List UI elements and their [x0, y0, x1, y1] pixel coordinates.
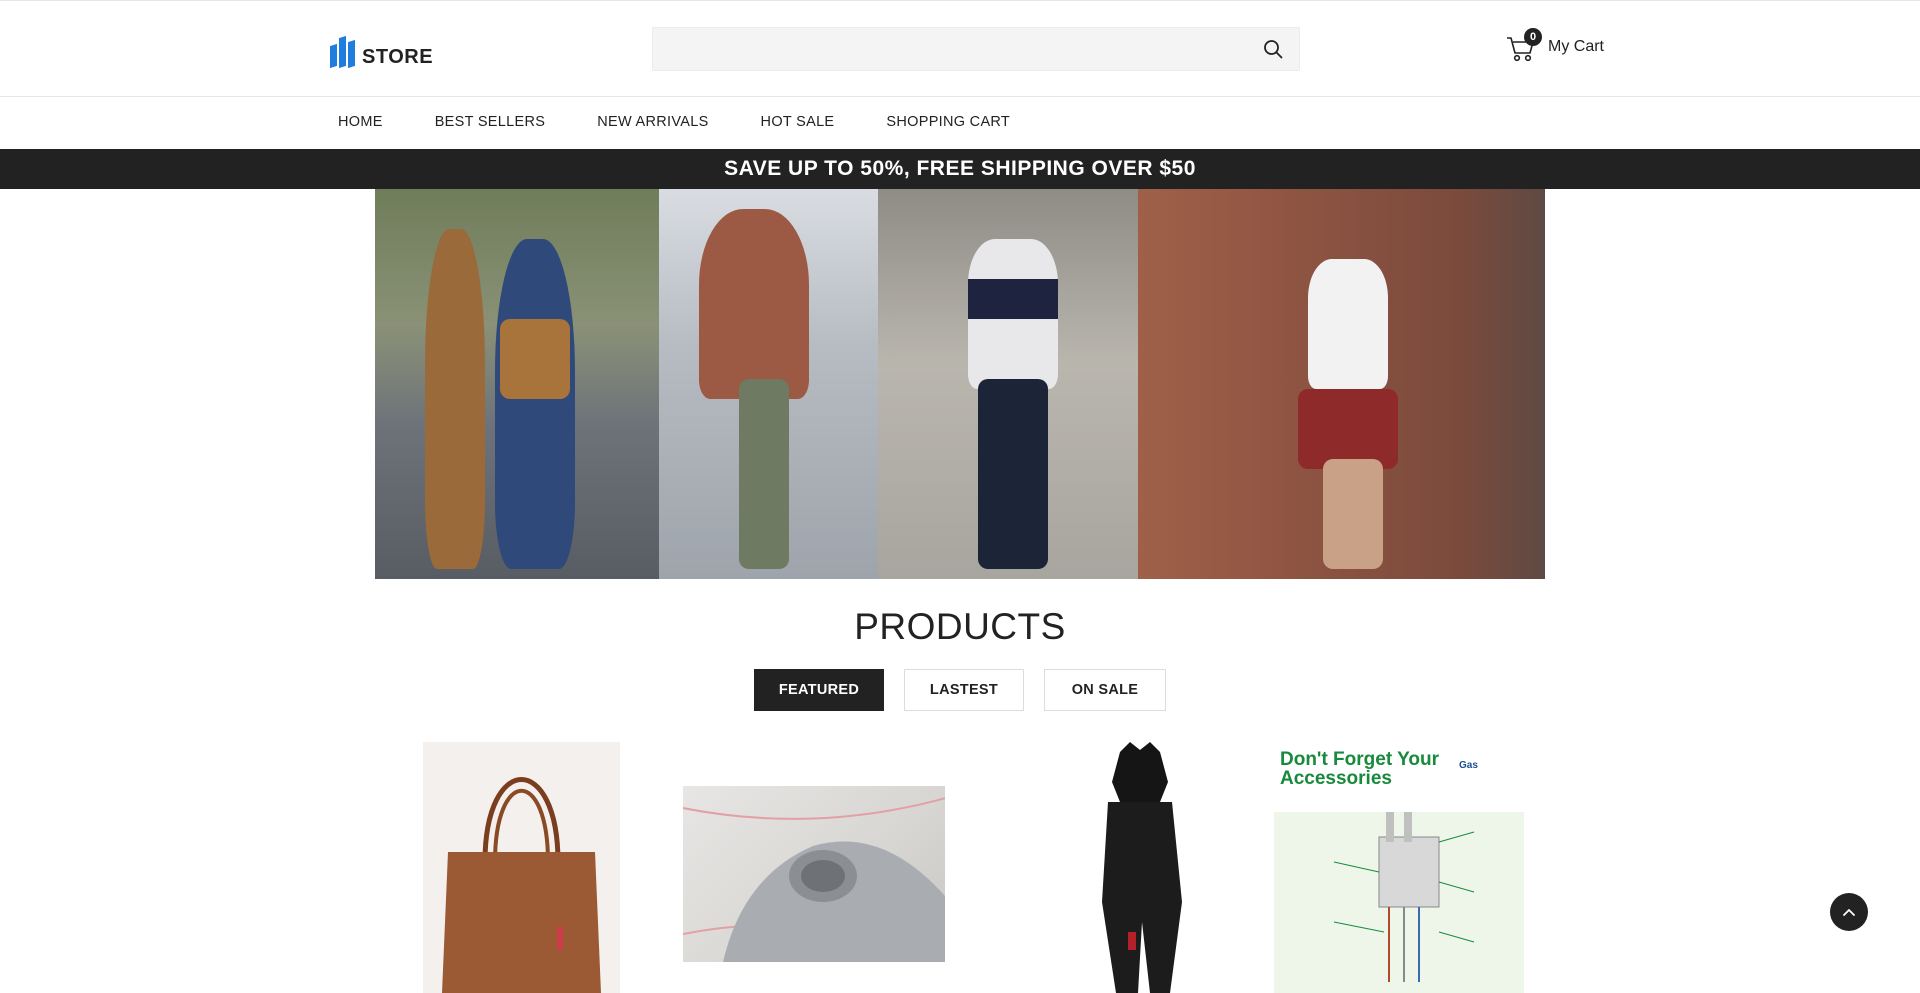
tab-lastest[interactable]: LASTEST — [904, 669, 1024, 711]
accessories-banner-title: Don't Forget Your Accessories — [1280, 749, 1439, 789]
accessories-diagram — [1274, 812, 1524, 993]
nav-item-new-arrivals[interactable]: NEW ARRIVALS — [597, 114, 708, 130]
tab-featured[interactable]: FEATURED — [754, 669, 884, 711]
products-section-title: PRODUCTS — [854, 606, 1066, 647]
nav-item-best-sellers[interactable]: BEST SELLERS — [435, 114, 546, 130]
accessories-brand-badge: Gas — [1459, 760, 1478, 771]
search-bar — [652, 27, 1300, 71]
product-image-tote-bag[interactable] — [423, 742, 620, 993]
product-tabs: FEATURED LASTEST ON SALE — [754, 669, 1186, 711]
cart-button[interactable]: 0 My Cart — [1506, 28, 1604, 63]
nav-item-hot-sale[interactable]: HOT SALE — [761, 114, 835, 130]
product-image-costume[interactable] — [1050, 742, 1230, 993]
search-icon[interactable] — [1263, 39, 1283, 59]
tab-on-sale[interactable]: ON SALE — [1044, 669, 1166, 711]
chevron-up-icon — [1843, 909, 1855, 916]
product-image-accessories[interactable]: Don't Forget Your Accessories Gas — [1274, 748, 1524, 993]
site-header: STORE 0 My Cart — [0, 0, 1920, 97]
cart-icon: 0 — [1506, 28, 1542, 63]
nav-item-shopping-cart[interactable]: SHOPPING CART — [886, 114, 1010, 130]
logo-text: STORE — [362, 46, 434, 68]
hero-banner[interactable] — [375, 189, 1545, 579]
hero-photo-1 — [375, 189, 659, 579]
logo-mark-icon — [330, 33, 360, 69]
cart-count-badge: 0 — [1524, 28, 1542, 46]
search-input[interactable] — [653, 28, 1243, 70]
nav-item-home[interactable]: HOME — [338, 114, 383, 130]
product-grid: Don't Forget Your Accessories Gas — [0, 742, 1920, 993]
hero-photo-3 — [878, 189, 1138, 579]
promo-banner: SAVE UP TO 50%, FREE SHIPPING OVER $50 — [0, 149, 1920, 189]
main-nav: HOME BEST SELLERS NEW ARRIVALS HOT SALE … — [0, 97, 1920, 149]
hero-photo-2 — [659, 189, 878, 579]
cart-label: My Cart — [1548, 38, 1604, 55]
hero-photo-4 — [1138, 189, 1545, 579]
back-to-top-button[interactable] — [1830, 893, 1868, 931]
product-image-metal-part[interactable] — [683, 786, 945, 962]
store-logo[interactable]: STORE — [330, 31, 434, 69]
